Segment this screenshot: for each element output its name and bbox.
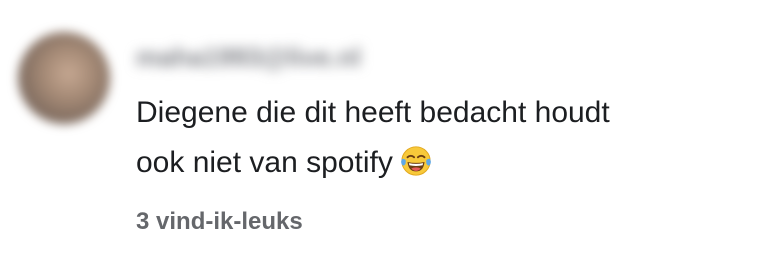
comment-text: Diegene die dit heeft bedacht houdt ook … (136, 88, 746, 188)
avatar[interactable] (18, 32, 110, 124)
comment-text-line-2: ook niet van spotify (136, 146, 393, 179)
comment-author-name[interactable]: maha1993@live.nl (136, 40, 361, 74)
comment-text-line-1: Diegene die dit heeft bedacht houdt (136, 96, 610, 129)
likes-count-link[interactable]: 3 vind-ik-leuks (136, 208, 303, 236)
comment-item: maha1993@live.nl Diegene die dit heeft b… (0, 0, 760, 266)
face-with-tears-of-joy-icon (400, 146, 431, 176)
